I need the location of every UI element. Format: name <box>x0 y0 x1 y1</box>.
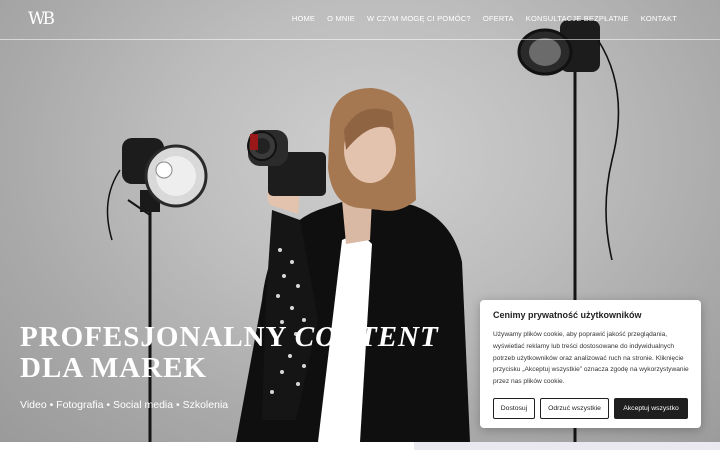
site-logo[interactable]: WB <box>28 9 55 29</box>
site-header: WB HOME O MNIE W CZYM MOGĘ CI POMÓC? OFE… <box>0 0 720 40</box>
nav-konsultacje[interactable]: KONSULTACJE BEZPŁATNE <box>526 14 629 23</box>
woman-figure <box>236 88 470 442</box>
cookie-description: Używamy plików cookie, aby poprawić jako… <box>493 331 689 386</box>
cookie-consent-dialog: Cenimy prywatność użytkowników Używamy p… <box>480 300 701 428</box>
customize-button[interactable]: Dostosuj <box>493 398 535 419</box>
hero-bottom-edge <box>0 442 720 450</box>
cookie-buttons: Dostosuj Odrzuć wszystkie Akceptuj wszys… <box>493 398 688 419</box>
hero-headline: PROFESJONALNY CONTENT DLA MAREK <box>20 322 439 384</box>
headline-line-1: PROFESJONALNY CONTENT <box>20 322 439 353</box>
main-nav: HOME O MNIE W CZYM MOGĘ CI POMÓC? OFERTA… <box>292 14 677 23</box>
cookie-title: Cenimy prywatność użytkowników <box>493 310 642 320</box>
headline-line-2: DLA MAREK <box>20 352 208 384</box>
headline-professional: PROFESJONALNY <box>20 321 295 353</box>
studio-light-left <box>106 138 208 442</box>
nav-o-mnie[interactable]: O MNIE <box>327 14 355 23</box>
nav-home[interactable]: HOME <box>292 14 315 23</box>
nav-kontakt[interactable]: KONTAKT <box>641 14 677 23</box>
reject-all-button[interactable]: Odrzuć wszystkie <box>540 398 609 419</box>
accept-all-button[interactable]: Akceptuj wszystko <box>614 398 688 419</box>
headline-content: CONTENT <box>294 321 439 353</box>
nav-w-czym-moge-ci-pomoc[interactable]: W CZYM MOGĘ CI POMÓC? <box>367 14 471 23</box>
hero-tagline: Video • Fotografia • Social media • Szko… <box>20 399 229 411</box>
nav-oferta[interactable]: OFERTA <box>483 14 514 23</box>
